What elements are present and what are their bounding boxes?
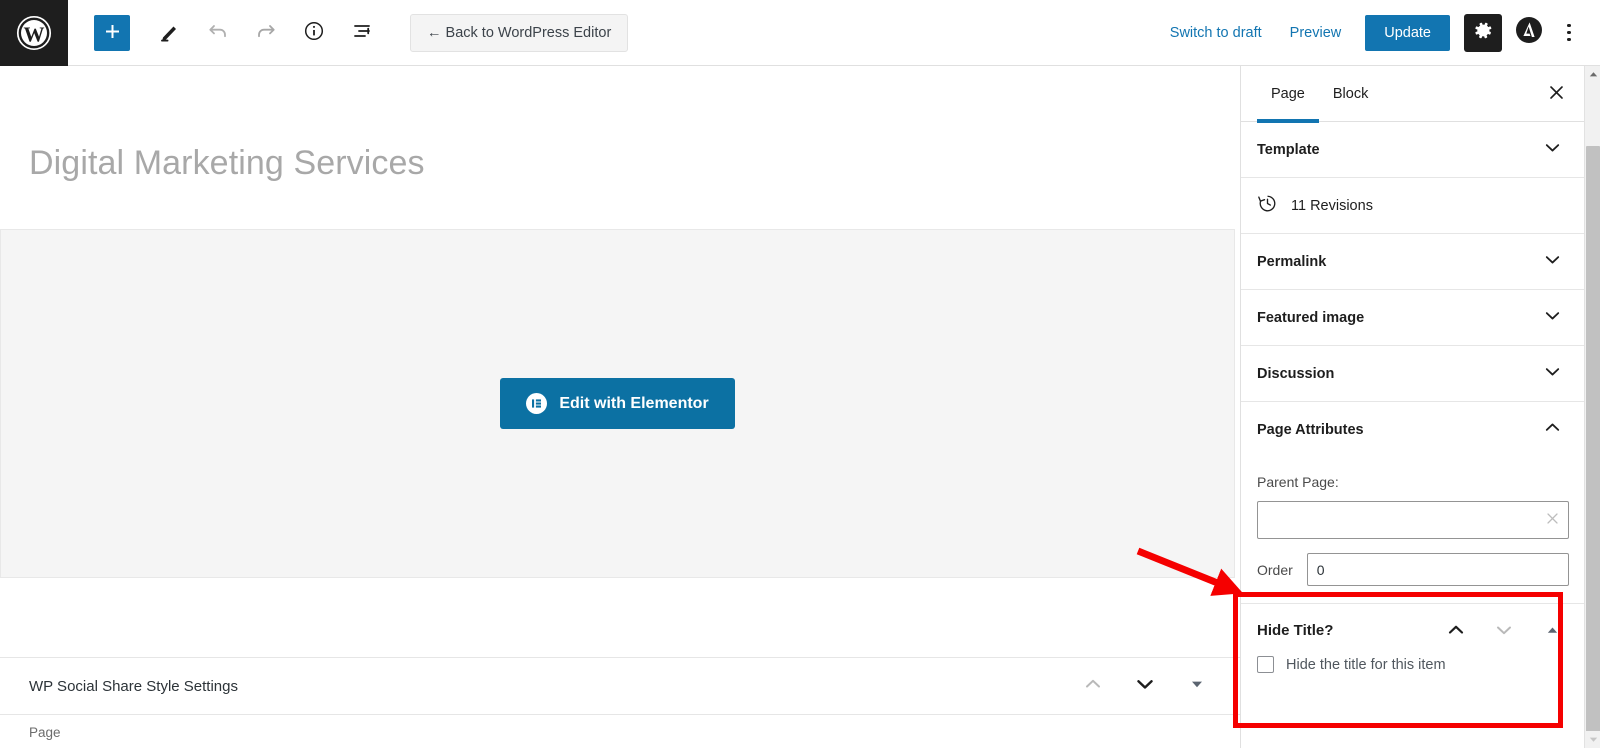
close-sidebar-button[interactable] — [1541, 79, 1571, 109]
post-title[interactable]: Digital Marketing Services — [0, 66, 1240, 183]
toolbar-left-tools: ← Back to WordPress Editor — [68, 13, 629, 53]
edit-with-elementor-button[interactable]: Edit with Elementor — [500, 378, 735, 429]
edit-tool-button[interactable] — [150, 13, 190, 53]
metabox-toggle-button[interactable] — [1184, 673, 1210, 699]
section-label: Permalink — [1257, 253, 1327, 270]
sidebar-section-permalink[interactable]: Permalink — [1241, 234, 1585, 290]
parent-page-input[interactable] — [1257, 501, 1569, 539]
undo-icon — [207, 20, 229, 45]
section-label: Featured image — [1257, 309, 1365, 326]
chevron-up-icon — [1542, 417, 1563, 443]
editor-toolbar: W ← Back to WordPress Editor Switch to d… — [0, 0, 1600, 66]
chevron-down-icon — [1133, 672, 1157, 701]
hide-title-move-down-button[interactable] — [1493, 619, 1515, 641]
hide-title-move-up-button[interactable] — [1445, 619, 1467, 641]
section-label: Template — [1257, 141, 1320, 158]
metabox-header-row[interactable]: WP Social Share Style Settings — [0, 658, 1240, 715]
back-to-wordpress-editor-button[interactable]: ← Back to WordPress Editor — [410, 13, 629, 52]
metabox-title: WP Social Share Style Settings — [29, 677, 238, 695]
history-icon — [1257, 193, 1278, 219]
chevron-down-icon — [1542, 249, 1563, 275]
elementor-logo-icon — [526, 393, 548, 414]
editor-canvas: Digital Marketing Services Edit with Ele… — [0, 66, 1240, 748]
sidebar-content: Page Block Template 11 Revisions Permali… — [1241, 66, 1585, 748]
triangle-up-icon — [1547, 627, 1557, 633]
preview-button[interactable]: Preview — [1276, 17, 1356, 49]
order-input[interactable] — [1306, 553, 1569, 586]
scroll-down-button[interactable] — [1585, 731, 1600, 748]
tab-block[interactable]: Block — [1319, 66, 1382, 122]
redo-button[interactable] — [246, 13, 286, 53]
chevron-up-icon — [1082, 673, 1104, 700]
metabox-move-up-button[interactable] — [1080, 673, 1106, 699]
switch-to-draft-button[interactable]: Switch to draft — [1156, 17, 1276, 49]
wordpress-block-editor: W ← Back to WordPress Editor Switch to d… — [0, 0, 1600, 748]
hide-title-metabox: Hide Title? Hide the title for this item — [1241, 603, 1585, 673]
sidebar-section-template[interactable]: Template — [1241, 122, 1585, 178]
sidebar-section-featured-image[interactable]: Featured image — [1241, 290, 1585, 346]
revisions-label: 11 Revisions — [1291, 197, 1373, 214]
info-icon — [303, 20, 325, 45]
wordpress-logo-icon: W — [16, 15, 52, 51]
close-icon — [1548, 84, 1565, 104]
plus-icon — [103, 22, 122, 44]
update-button[interactable]: Update — [1365, 14, 1450, 51]
triangle-up-icon — [1589, 72, 1597, 77]
more-options-button[interactable] — [1552, 14, 1586, 52]
sidebar-tabs: Page Block — [1241, 66, 1585, 123]
redo-icon — [255, 20, 277, 45]
metabox-move-down-button[interactable] — [1132, 673, 1158, 699]
clear-icon[interactable] — [1546, 512, 1559, 529]
section-label: Page Attributes — [1257, 422, 1364, 438]
wordpress-logo-button[interactable]: W — [0, 0, 68, 66]
svg-text:W: W — [24, 22, 45, 46]
triangle-down-icon — [1190, 677, 1204, 696]
scroll-up-button[interactable] — [1585, 66, 1600, 83]
elementor-placeholder-block: Edit with Elementor — [0, 229, 1235, 578]
order-row: Order — [1257, 553, 1569, 586]
order-label: Order — [1257, 561, 1293, 578]
hide-title-checkbox[interactable] — [1257, 656, 1274, 673]
hide-title-checkbox-label[interactable]: Hide the title for this item — [1286, 657, 1446, 673]
chevron-down-icon — [1497, 626, 1511, 635]
tab-page[interactable]: Page — [1257, 66, 1319, 123]
astra-options-button[interactable] — [1510, 14, 1548, 52]
metabox-controls — [1080, 673, 1224, 699]
settings-sidebar: Page Block Template 11 Revisions Permali… — [1240, 66, 1600, 748]
list-view-button[interactable] — [342, 13, 382, 53]
pencil-icon — [159, 20, 181, 45]
toolbar-right-actions: Switch to draft Preview Update — [1156, 13, 1600, 52]
hide-title-toggle-button[interactable] — [1541, 619, 1563, 641]
hide-title-body: Hide the title for this item — [1241, 656, 1585, 673]
astra-logo-icon — [1515, 16, 1543, 49]
chevron-down-icon — [1542, 137, 1563, 163]
sidebar-scrollbar[interactable] — [1584, 66, 1600, 748]
breadcrumb-label: Page — [29, 724, 61, 740]
parent-page-label: Parent Page: — [1257, 474, 1339, 490]
page-attributes-body: Parent Page: Order — [1241, 458, 1585, 586]
revisions-link[interactable]: 11 Revisions — [1241, 178, 1585, 234]
settings-button[interactable] — [1464, 13, 1502, 52]
metabox-panel: WP Social Share Style Settings Page — [0, 657, 1240, 748]
hide-title-header[interactable]: Hide Title? — [1241, 604, 1585, 656]
list-view-icon — [351, 20, 373, 45]
gear-icon — [1473, 20, 1494, 46]
chevron-down-icon — [1542, 305, 1563, 331]
triangle-down-icon — [1589, 737, 1597, 742]
breadcrumb: Page — [0, 715, 1240, 748]
scrollbar-thumb[interactable] — [1586, 146, 1600, 736]
undo-button[interactable] — [198, 13, 238, 53]
details-button[interactable] — [294, 13, 334, 53]
hide-title-controls — [1445, 619, 1563, 641]
chevron-down-icon — [1542, 361, 1563, 387]
elementor-button-label: Edit with Elementor — [559, 394, 709, 412]
chevron-up-icon — [1448, 625, 1464, 634]
hide-title-label: Hide Title? — [1257, 621, 1334, 639]
sidebar-section-page-attributes[interactable]: Page Attributes — [1241, 402, 1585, 458]
add-block-button[interactable] — [94, 14, 130, 51]
kebab-menu-icon — [1567, 23, 1571, 42]
sidebar-section-discussion[interactable]: Discussion — [1241, 346, 1585, 402]
section-label: Discussion — [1257, 365, 1335, 382]
